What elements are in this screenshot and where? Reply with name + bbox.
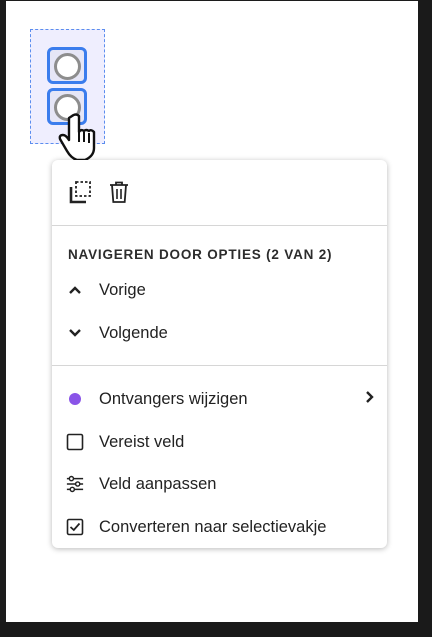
radio-button-option-1[interactable] xyxy=(47,47,87,84)
chevron-down-icon xyxy=(66,324,84,342)
menu-item-label: Vorige xyxy=(99,280,146,299)
sliders-icon xyxy=(66,475,84,493)
divider xyxy=(52,365,387,366)
menu-toolbar xyxy=(52,160,387,225)
context-menu: NAVIGEREN DOOR OPTIES (2 VAN 2) Vorige V… xyxy=(52,160,387,548)
chevron-up-icon xyxy=(66,281,84,299)
recipient-dot-icon xyxy=(66,390,84,408)
checkbox-checked-icon xyxy=(66,518,84,536)
menu-item-label: Ontvangers wijzigen xyxy=(99,389,248,408)
menu-item-label: Vereist veld xyxy=(99,432,185,451)
checkbox-empty-icon xyxy=(66,433,84,451)
menu-item-change-recipients[interactable]: Ontvangers wijzigen xyxy=(52,381,387,417)
menu-item-next[interactable]: Volgende xyxy=(52,315,387,351)
trash-icon[interactable] xyxy=(107,180,131,204)
menu-item-label: Converteren naar selectievakje xyxy=(99,517,327,536)
menu-item-convert-to-checkbox[interactable]: Converteren naar selectievakje xyxy=(52,509,387,545)
section-title: NAVIGEREN DOOR OPTIES (2 VAN 2) xyxy=(68,247,333,262)
menu-item-previous[interactable]: Vorige xyxy=(52,272,387,308)
menu-item-required-field[interactable]: Vereist veld xyxy=(52,424,387,460)
hand-pointer-cursor-icon xyxy=(58,113,96,162)
menu-item-adjust-field[interactable]: Veld aanpassen xyxy=(52,466,387,502)
chevron-right-icon xyxy=(365,390,375,409)
radio-circle-icon xyxy=(54,53,81,80)
divider xyxy=(52,225,387,226)
menu-item-label: Veld aanpassen xyxy=(99,474,217,493)
duplicate-icon[interactable] xyxy=(68,180,92,204)
menu-item-label: Volgende xyxy=(99,323,168,342)
